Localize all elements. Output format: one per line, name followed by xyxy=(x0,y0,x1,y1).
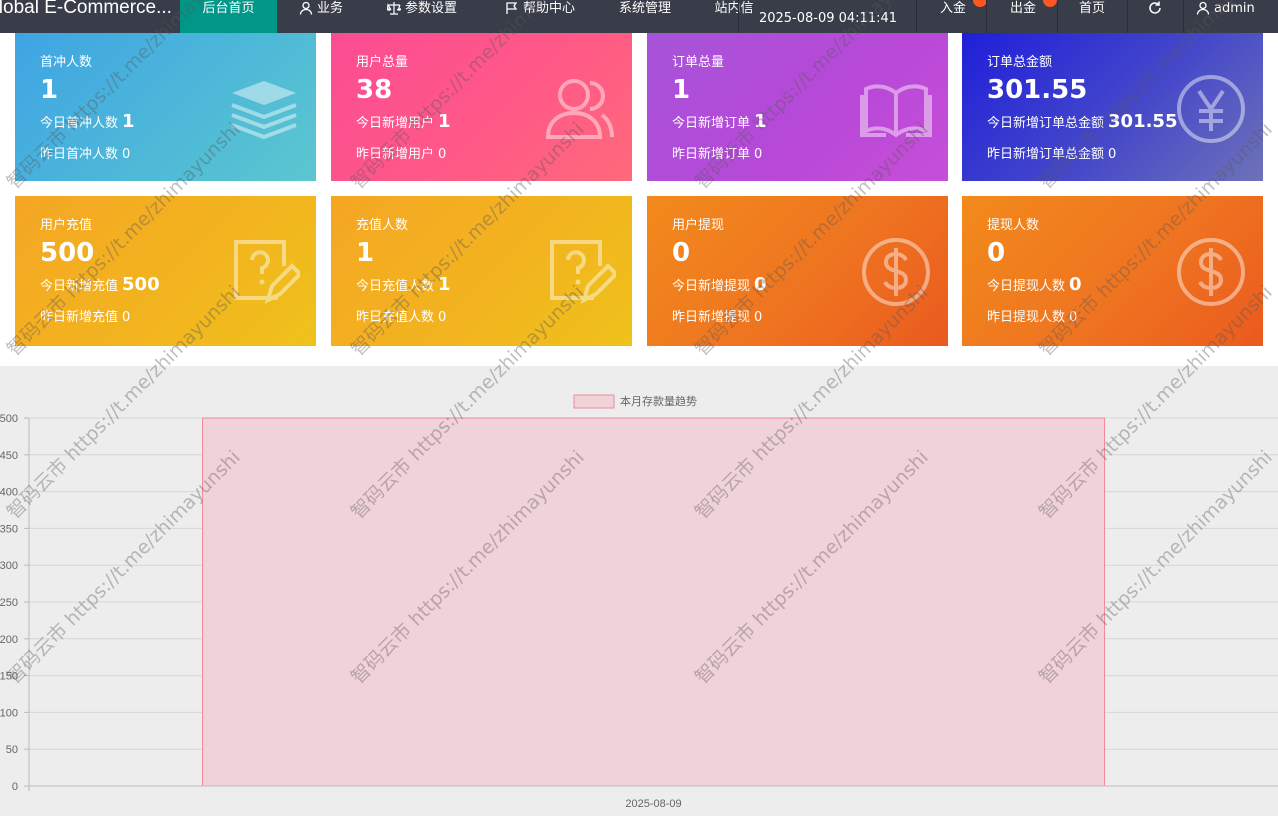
server-clock: ·· · ·· 2025-08-09 04:11:41 xyxy=(740,0,916,33)
y-tick-label: 350 xyxy=(0,523,18,535)
stat-card-total-users: 用户总量 38 今日新增用户 1 昨日新增用户 0 xyxy=(331,33,632,181)
stat-card-withdraw-users: 提现人数 0 今日提现人数 0 昨日提现人数 0 xyxy=(962,196,1263,346)
nav-divider xyxy=(1057,0,1058,33)
nav-divider xyxy=(1127,0,1128,33)
nav-divider xyxy=(916,0,917,33)
nav-divider xyxy=(1183,0,1184,33)
refresh-button[interactable] xyxy=(1130,0,1180,33)
user-menu[interactable]: admin xyxy=(1196,0,1278,33)
y-tick-label: 400 xyxy=(0,487,18,499)
stat-card-recharge-users: 充值人数 1 今日充值人数 1 昨日充值人数 0 xyxy=(331,196,632,346)
y-tick-label: 200 xyxy=(0,634,18,646)
users-icon xyxy=(545,79,614,139)
user-icon xyxy=(1196,1,1210,15)
y-tick-label: 250 xyxy=(0,597,18,609)
clock-top-glyph: ·· · ·· xyxy=(740,0,916,4)
nav-help[interactable]: 帮助中心 xyxy=(492,0,588,33)
stat-card-user-recharge: 用户充值 500 今日新增充值 500 昨日新增充值 0 xyxy=(15,196,316,346)
stat-card-order-amount: 订单总金额 301.55 今日新增订单总金额 301.55 昨日新增订单总金额 0 xyxy=(962,33,1263,181)
nav-business[interactable]: 业务 xyxy=(286,0,356,33)
withdraw-link[interactable]: 出金 xyxy=(992,0,1057,33)
y-tick-label: 150 xyxy=(0,671,18,683)
nav-dashboard[interactable]: 后台首页 xyxy=(180,0,277,33)
stat-card-user-withdraw: 用户提现 0 今日新增提现 0 昨日新增提现 0 xyxy=(647,196,948,346)
scale-icon xyxy=(386,2,401,15)
dollar-icon xyxy=(1177,238,1245,306)
y-tick-label: 0 xyxy=(12,781,18,793)
y-tick-label: 50 xyxy=(6,744,18,756)
stat-card-total-orders: 订单总量 1 今日新增订单 1 昨日新增订单 0 xyxy=(647,33,948,181)
stat-cards-panel: 首冲人数 1 今日首冲人数 1 昨日首冲人数 0 用户总量 38 今日新增用户 1 昨… xyxy=(0,33,1278,366)
dollar-icon xyxy=(862,238,930,306)
nav-divider xyxy=(738,0,739,33)
stat-card-first-deposit: 首冲人数 1 今日首冲人数 1 昨日首冲人数 0 xyxy=(15,33,316,181)
deposit-link[interactable]: 入金 xyxy=(922,0,987,33)
refresh-icon xyxy=(1149,1,1161,14)
nav-system[interactable]: 系统管理 xyxy=(605,0,685,33)
legend-label: 本月存款量趋势 xyxy=(620,394,697,408)
flag-icon xyxy=(506,2,518,14)
y-tick-label: 300 xyxy=(0,560,18,572)
y-tick-label: 450 xyxy=(0,450,18,462)
y-tick-label: 500 xyxy=(0,413,18,425)
user-icon xyxy=(299,1,313,15)
question-note-icon xyxy=(234,240,300,304)
brand-title[interactable]: Global E-Commerce... xyxy=(0,0,180,33)
x-tick-label: 2025-08-09 xyxy=(625,798,681,810)
y-tick-label: 100 xyxy=(0,707,18,719)
book-icon xyxy=(860,84,932,138)
layers-icon xyxy=(231,81,297,140)
deposit-badge xyxy=(973,0,987,7)
top-nav-bar: Global E-Commerce... 后台首页 业务 参数设置 帮助中心 系… xyxy=(0,0,1278,33)
home-link[interactable]: 首页 xyxy=(1060,0,1124,33)
withdraw-badge xyxy=(1043,0,1057,7)
deposit-area xyxy=(202,417,1105,787)
legend-swatch xyxy=(573,394,615,409)
nav-divider xyxy=(986,0,987,33)
deposit-trend-chart: 0 50 100 150 200 250 300 350 400 450 500 2025-08-09… xyxy=(0,394,1278,810)
nav-params[interactable]: 参数设置 xyxy=(372,0,472,33)
deposit-trend-chart-panel: 0 50 100 150 200 250 300 350 400 450 500 2025-08-09… xyxy=(0,366,1278,816)
question-note-icon xyxy=(550,240,616,304)
yen-icon xyxy=(1177,75,1245,143)
